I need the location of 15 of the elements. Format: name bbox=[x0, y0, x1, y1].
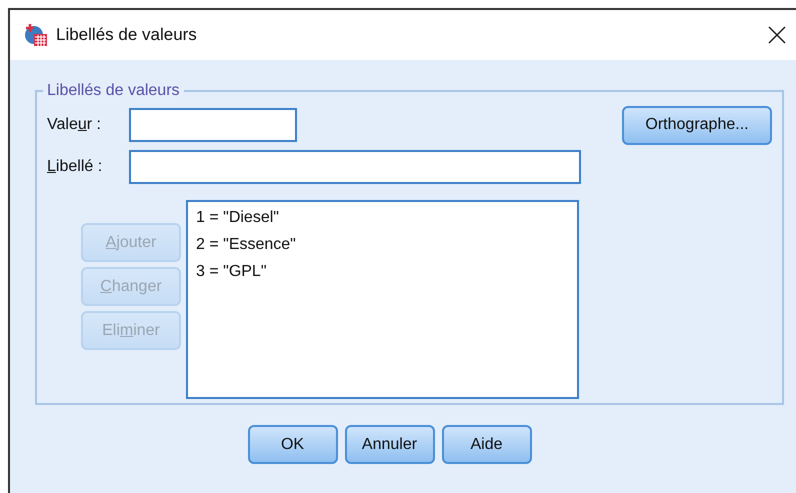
calendar-icon bbox=[24, 23, 48, 47]
list-item[interactable]: 3 = "GPL" bbox=[196, 263, 267, 281]
window-title: Libellés de valeurs bbox=[56, 25, 198, 45]
field-label: Libellé : bbox=[47, 158, 104, 176]
list-item[interactable]: 2 = "Essence" bbox=[196, 236, 296, 254]
close-icon[interactable] bbox=[768, 26, 786, 44]
field-label: Valeur : bbox=[47, 116, 102, 134]
dialog-button[interactable]: Aide bbox=[442, 425, 532, 464]
input-field[interactable] bbox=[129, 150, 581, 184]
spelling-button[interactable]: Orthographe... bbox=[622, 106, 772, 144]
dialog-button[interactable]: Annuler bbox=[344, 425, 434, 464]
list-item[interactable]: 1 = "Diesel" bbox=[196, 209, 279, 227]
dialog-button[interactable]: OK bbox=[248, 425, 338, 464]
group-title: Libellés de valeurs bbox=[46, 82, 181, 100]
input-field[interactable] bbox=[129, 108, 297, 142]
